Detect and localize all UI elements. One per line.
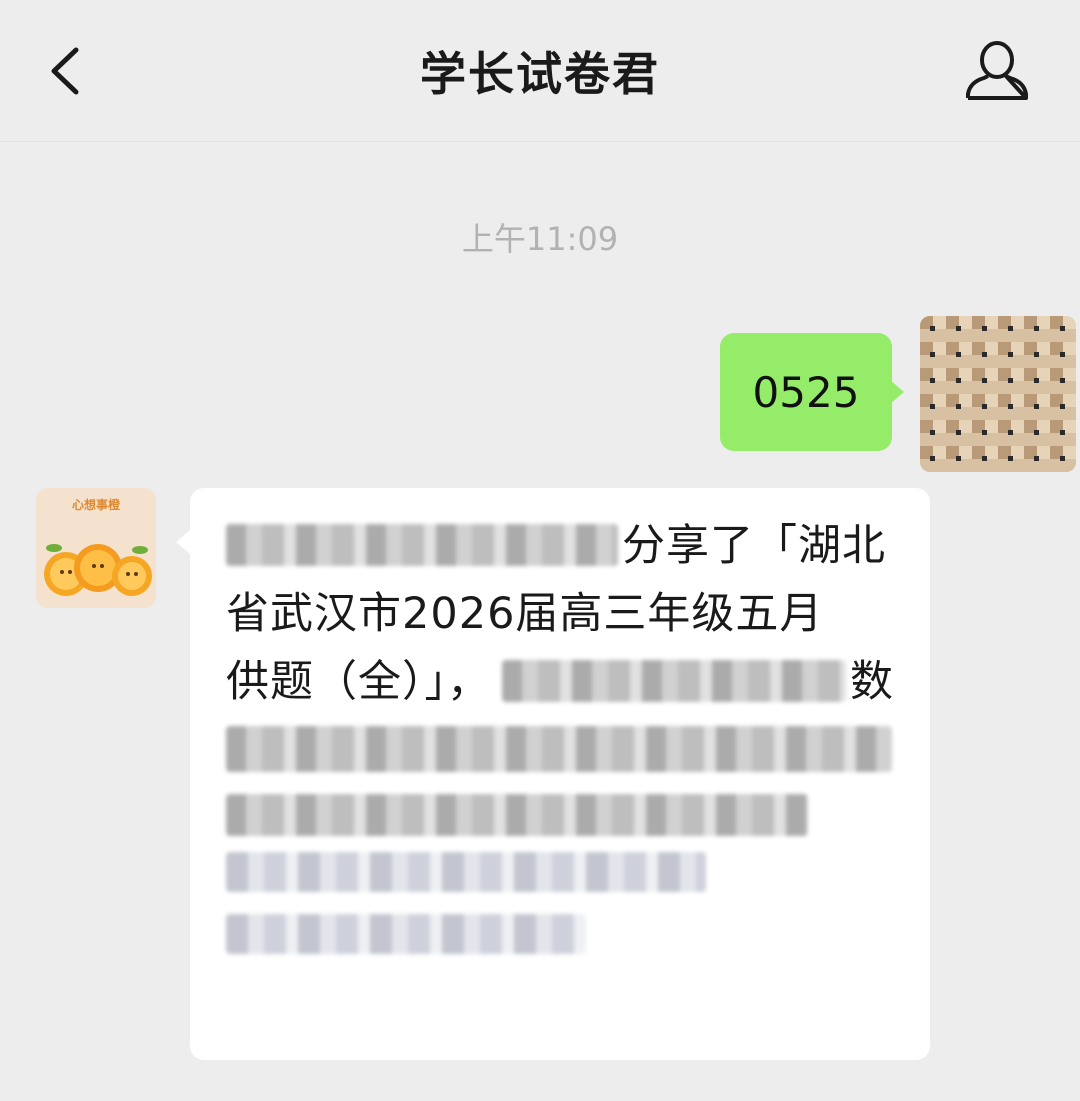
outgoing-message-text: 0525	[752, 367, 860, 417]
redacted-link[interactable]	[226, 914, 586, 954]
message-timestamp: 上午11:09	[461, 220, 619, 258]
redacted-text	[502, 660, 846, 702]
person-icon[interactable]	[962, 38, 1032, 104]
page-title: 学长试卷君	[420, 47, 660, 101]
message-line: 数	[850, 657, 894, 707]
avatar-image	[920, 316, 1076, 472]
avatar[interactable]: 心想事橙	[36, 488, 156, 608]
outgoing-message-bubble[interactable]: 0525	[720, 333, 892, 451]
redacted-text	[226, 726, 892, 772]
redacted-text	[226, 524, 618, 566]
orange-icon	[44, 544, 152, 596]
chat-screen: 学长试卷君 上午11:09 0525 心想事橙 分享了「湖北 省武汉市2026届…	[0, 0, 1080, 1101]
avatar[interactable]	[920, 316, 1076, 472]
header-divider	[0, 141, 1080, 142]
incoming-message-bubble[interactable]: 分享了「湖北 省武汉市2026届高三年级五月 供题（全）」， 数	[190, 488, 930, 1060]
message-line: 供题（全）」，	[226, 657, 491, 707]
outgoing-bubble-tail	[890, 380, 904, 404]
message-line: 分享了「湖北	[622, 521, 886, 571]
redacted-text	[226, 794, 808, 836]
redacted-link[interactable]	[226, 852, 706, 892]
nav-bar: 学长试卷君	[0, 0, 1080, 142]
message-line: 省武汉市2026届高三年级五月	[226, 589, 824, 639]
incoming-bubble-tail	[176, 530, 190, 554]
